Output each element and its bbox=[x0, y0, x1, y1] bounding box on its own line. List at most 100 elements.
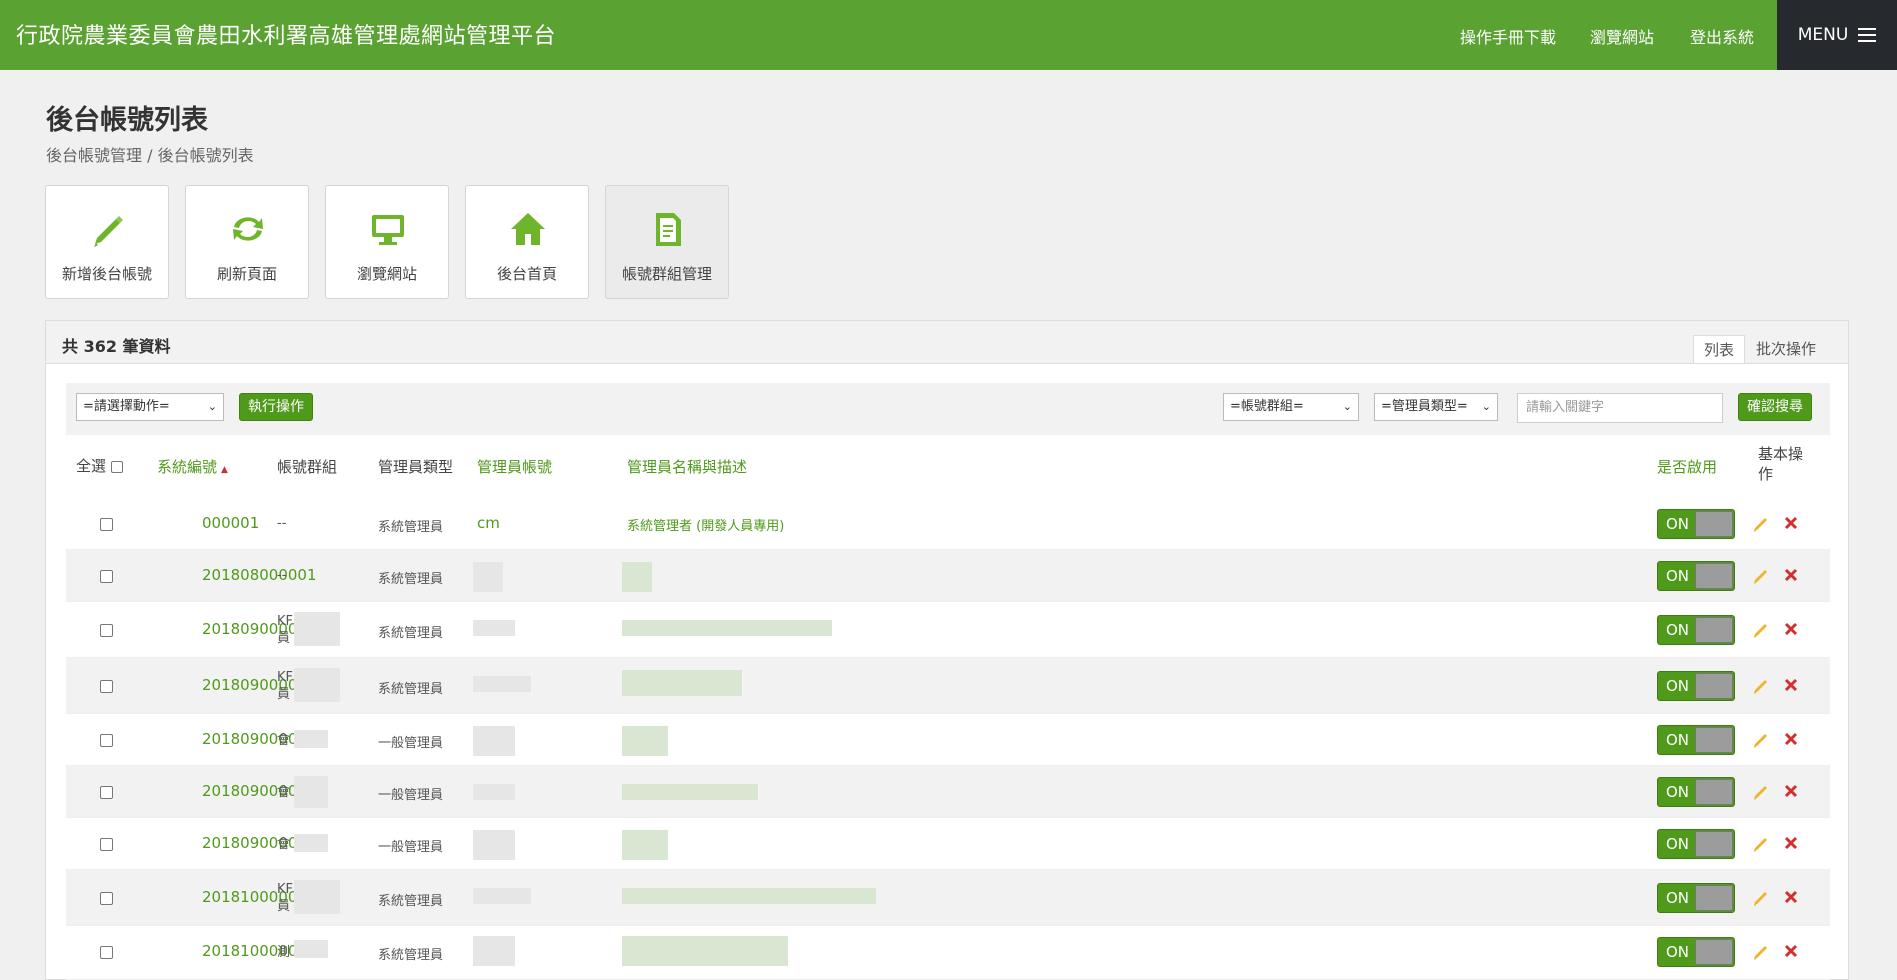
redacted-desc bbox=[622, 888, 876, 904]
delete-icon[interactable] bbox=[1784, 784, 1798, 798]
row-checkbox[interactable] bbox=[100, 734, 113, 747]
edit-icon[interactable] bbox=[1752, 835, 1770, 853]
group-cell: -- bbox=[277, 568, 287, 583]
search-input[interactable]: 請輸入關鍵字 bbox=[1517, 393, 1723, 423]
select-all-label[interactable]: 全選 bbox=[76, 455, 123, 476]
sort-sys-no-header[interactable]: 系統編號 ▲ bbox=[157, 456, 228, 477]
browse-site-button[interactable]: 瀏覽網站 bbox=[325, 185, 449, 299]
row-checkbox[interactable] bbox=[100, 680, 113, 693]
row-checkbox[interactable] bbox=[100, 786, 113, 799]
name-desc-link[interactable]: 系統管理者 (開發人員專用) bbox=[627, 515, 784, 534]
tab-list[interactable]: 列表 bbox=[1693, 335, 1746, 363]
group-filter-select[interactable]: =帳號群組= ⌄ bbox=[1223, 393, 1359, 421]
table-row: 201809000002 KF 員 系統管理員 ON bbox=[66, 658, 1830, 714]
enabled-toggle[interactable]: ON bbox=[1657, 561, 1735, 591]
search-button[interactable]: 確認搜尋 bbox=[1738, 393, 1812, 421]
delete-icon[interactable] bbox=[1784, 836, 1798, 850]
logout-link[interactable]: 登出系統 bbox=[1690, 24, 1754, 48]
enabled-toggle[interactable]: ON bbox=[1657, 725, 1735, 755]
account-header[interactable]: 管理員帳號 bbox=[477, 456, 552, 477]
delete-icon[interactable] bbox=[1784, 890, 1798, 904]
enabled-toggle[interactable]: ON bbox=[1657, 937, 1735, 967]
browse-site-link[interactable]: 瀏覽網站 bbox=[1590, 24, 1654, 48]
action-toolbar: =請選擇動作= ⌄ 執行操作 =帳號群組= ⌄ =管理員類型= ⌄ 請輸入關鍵字… bbox=[66, 383, 1830, 435]
redacted-account bbox=[473, 784, 515, 800]
redacted-desc bbox=[622, 936, 788, 966]
row-checkbox[interactable] bbox=[100, 624, 113, 637]
enabled-toggle[interactable]: ON bbox=[1657, 615, 1735, 645]
sys-no-link[interactable]: 000001 bbox=[202, 514, 259, 532]
enabled-toggle[interactable]: ON bbox=[1657, 509, 1735, 539]
top-header: 行政院農業委員會農田水利署高雄管理處網站管理平台 操作手冊下載 瀏覽網站 登出系… bbox=[0, 0, 1897, 70]
tab-batch-operation[interactable]: 批次操作 bbox=[1746, 335, 1826, 363]
edit-icon[interactable] bbox=[1752, 943, 1770, 961]
account-list-panel: 共 362 筆資料 列表 批次操作 =請選擇動作= ⌄ 執行操作 =帳號群組= … bbox=[45, 320, 1849, 980]
enabled-toggle[interactable]: ON bbox=[1657, 829, 1735, 859]
table-row: 201809000005 會 一般管理員 ON bbox=[66, 818, 1830, 870]
select-all-checkbox[interactable] bbox=[110, 460, 123, 473]
row-checkbox[interactable] bbox=[100, 892, 113, 905]
refresh-button[interactable]: 刷新頁面 bbox=[185, 185, 309, 299]
group-cell: KF 員 bbox=[277, 882, 294, 914]
admin-type-select[interactable]: =管理員類型= ⌄ bbox=[1374, 393, 1498, 421]
row-checkbox[interactable] bbox=[100, 838, 113, 851]
toggle-knob bbox=[1695, 673, 1733, 699]
redacted-account bbox=[473, 676, 531, 692]
redacted-account bbox=[473, 620, 515, 636]
toggle-on-label: ON bbox=[1666, 515, 1690, 533]
redacted-account bbox=[473, 936, 515, 966]
add-account-button[interactable]: 新增後台帳號 bbox=[45, 185, 169, 299]
edit-icon[interactable] bbox=[1752, 731, 1770, 749]
edit-icon[interactable] bbox=[1752, 567, 1770, 585]
action-select[interactable]: =請選擇動作= ⌄ bbox=[76, 393, 224, 421]
redacted-group bbox=[294, 730, 328, 748]
table-row: 201809000004 會 一般管理員 ON bbox=[66, 766, 1830, 818]
page-title: 後台帳號列表 bbox=[46, 105, 208, 136]
admin-type-value: =管理員類型= bbox=[1381, 399, 1468, 414]
redacted-desc bbox=[622, 784, 758, 800]
edit-icon[interactable] bbox=[1752, 515, 1770, 533]
sys-no-link[interactable]: 201808000001 bbox=[202, 566, 317, 584]
delete-icon[interactable] bbox=[1784, 732, 1798, 746]
record-count: 共 362 筆資料 bbox=[62, 337, 171, 356]
chevron-down-icon: ⌄ bbox=[1342, 400, 1352, 413]
admin-type-cell: 系統管理員 bbox=[378, 682, 444, 697]
edit-icon[interactable] bbox=[1752, 677, 1770, 695]
row-checkbox[interactable] bbox=[100, 570, 113, 583]
redacted-group bbox=[294, 940, 328, 958]
delete-icon[interactable] bbox=[1784, 622, 1798, 636]
enabled-toggle[interactable]: ON bbox=[1657, 671, 1735, 701]
table-row: 201809000001 KF 員 系統管理員 ON bbox=[66, 602, 1830, 658]
toggle-on-label: ON bbox=[1666, 731, 1690, 749]
row-checkbox[interactable] bbox=[100, 518, 113, 531]
enabled-toggle[interactable]: ON bbox=[1657, 883, 1735, 913]
table-row: 201810000002 測 系統管理員 ON bbox=[66, 926, 1830, 980]
redacted-desc bbox=[622, 830, 668, 860]
group-management-button[interactable]: 帳號群組管理 bbox=[605, 185, 729, 299]
delete-icon[interactable] bbox=[1784, 678, 1798, 692]
edit-icon[interactable] bbox=[1752, 783, 1770, 801]
site-title[interactable]: 行政院農業委員會農田水利署高雄管理處網站管理平台 bbox=[16, 18, 556, 50]
enabled-toggle[interactable]: ON bbox=[1657, 777, 1735, 807]
delete-icon[interactable] bbox=[1784, 568, 1798, 582]
menu-button[interactable]: MENU bbox=[1777, 0, 1897, 70]
edit-icon[interactable] bbox=[1752, 889, 1770, 907]
enabled-header[interactable]: 是否啟用 bbox=[1657, 456, 1717, 477]
execute-button[interactable]: 執行操作 bbox=[239, 393, 313, 421]
row-checkbox[interactable] bbox=[100, 946, 113, 959]
admin-home-button[interactable]: 後台首頁 bbox=[465, 185, 589, 299]
delete-icon[interactable] bbox=[1784, 944, 1798, 958]
manual-download-link[interactable]: 操作手冊下載 bbox=[1460, 24, 1556, 48]
add-account-label: 新增後台帳號 bbox=[61, 265, 152, 283]
redacted-desc bbox=[622, 562, 652, 592]
redacted-desc bbox=[622, 726, 668, 756]
chevron-down-icon: ⌄ bbox=[207, 400, 217, 413]
name-desc-header[interactable]: 管理員名稱與描述 bbox=[627, 456, 747, 477]
toggle-on-label: ON bbox=[1666, 567, 1690, 585]
account-link[interactable]: cm bbox=[477, 514, 500, 532]
toggle-knob bbox=[1695, 885, 1733, 911]
admin-type-cell: 系統管理員 bbox=[378, 894, 444, 909]
table-header: 全選 系統編號 ▲ 帳號群組 管理員類型 管理員帳號 管理員名稱與描述 是否啟用 … bbox=[66, 435, 1830, 499]
delete-icon[interactable] bbox=[1784, 516, 1798, 530]
edit-icon[interactable] bbox=[1752, 621, 1770, 639]
